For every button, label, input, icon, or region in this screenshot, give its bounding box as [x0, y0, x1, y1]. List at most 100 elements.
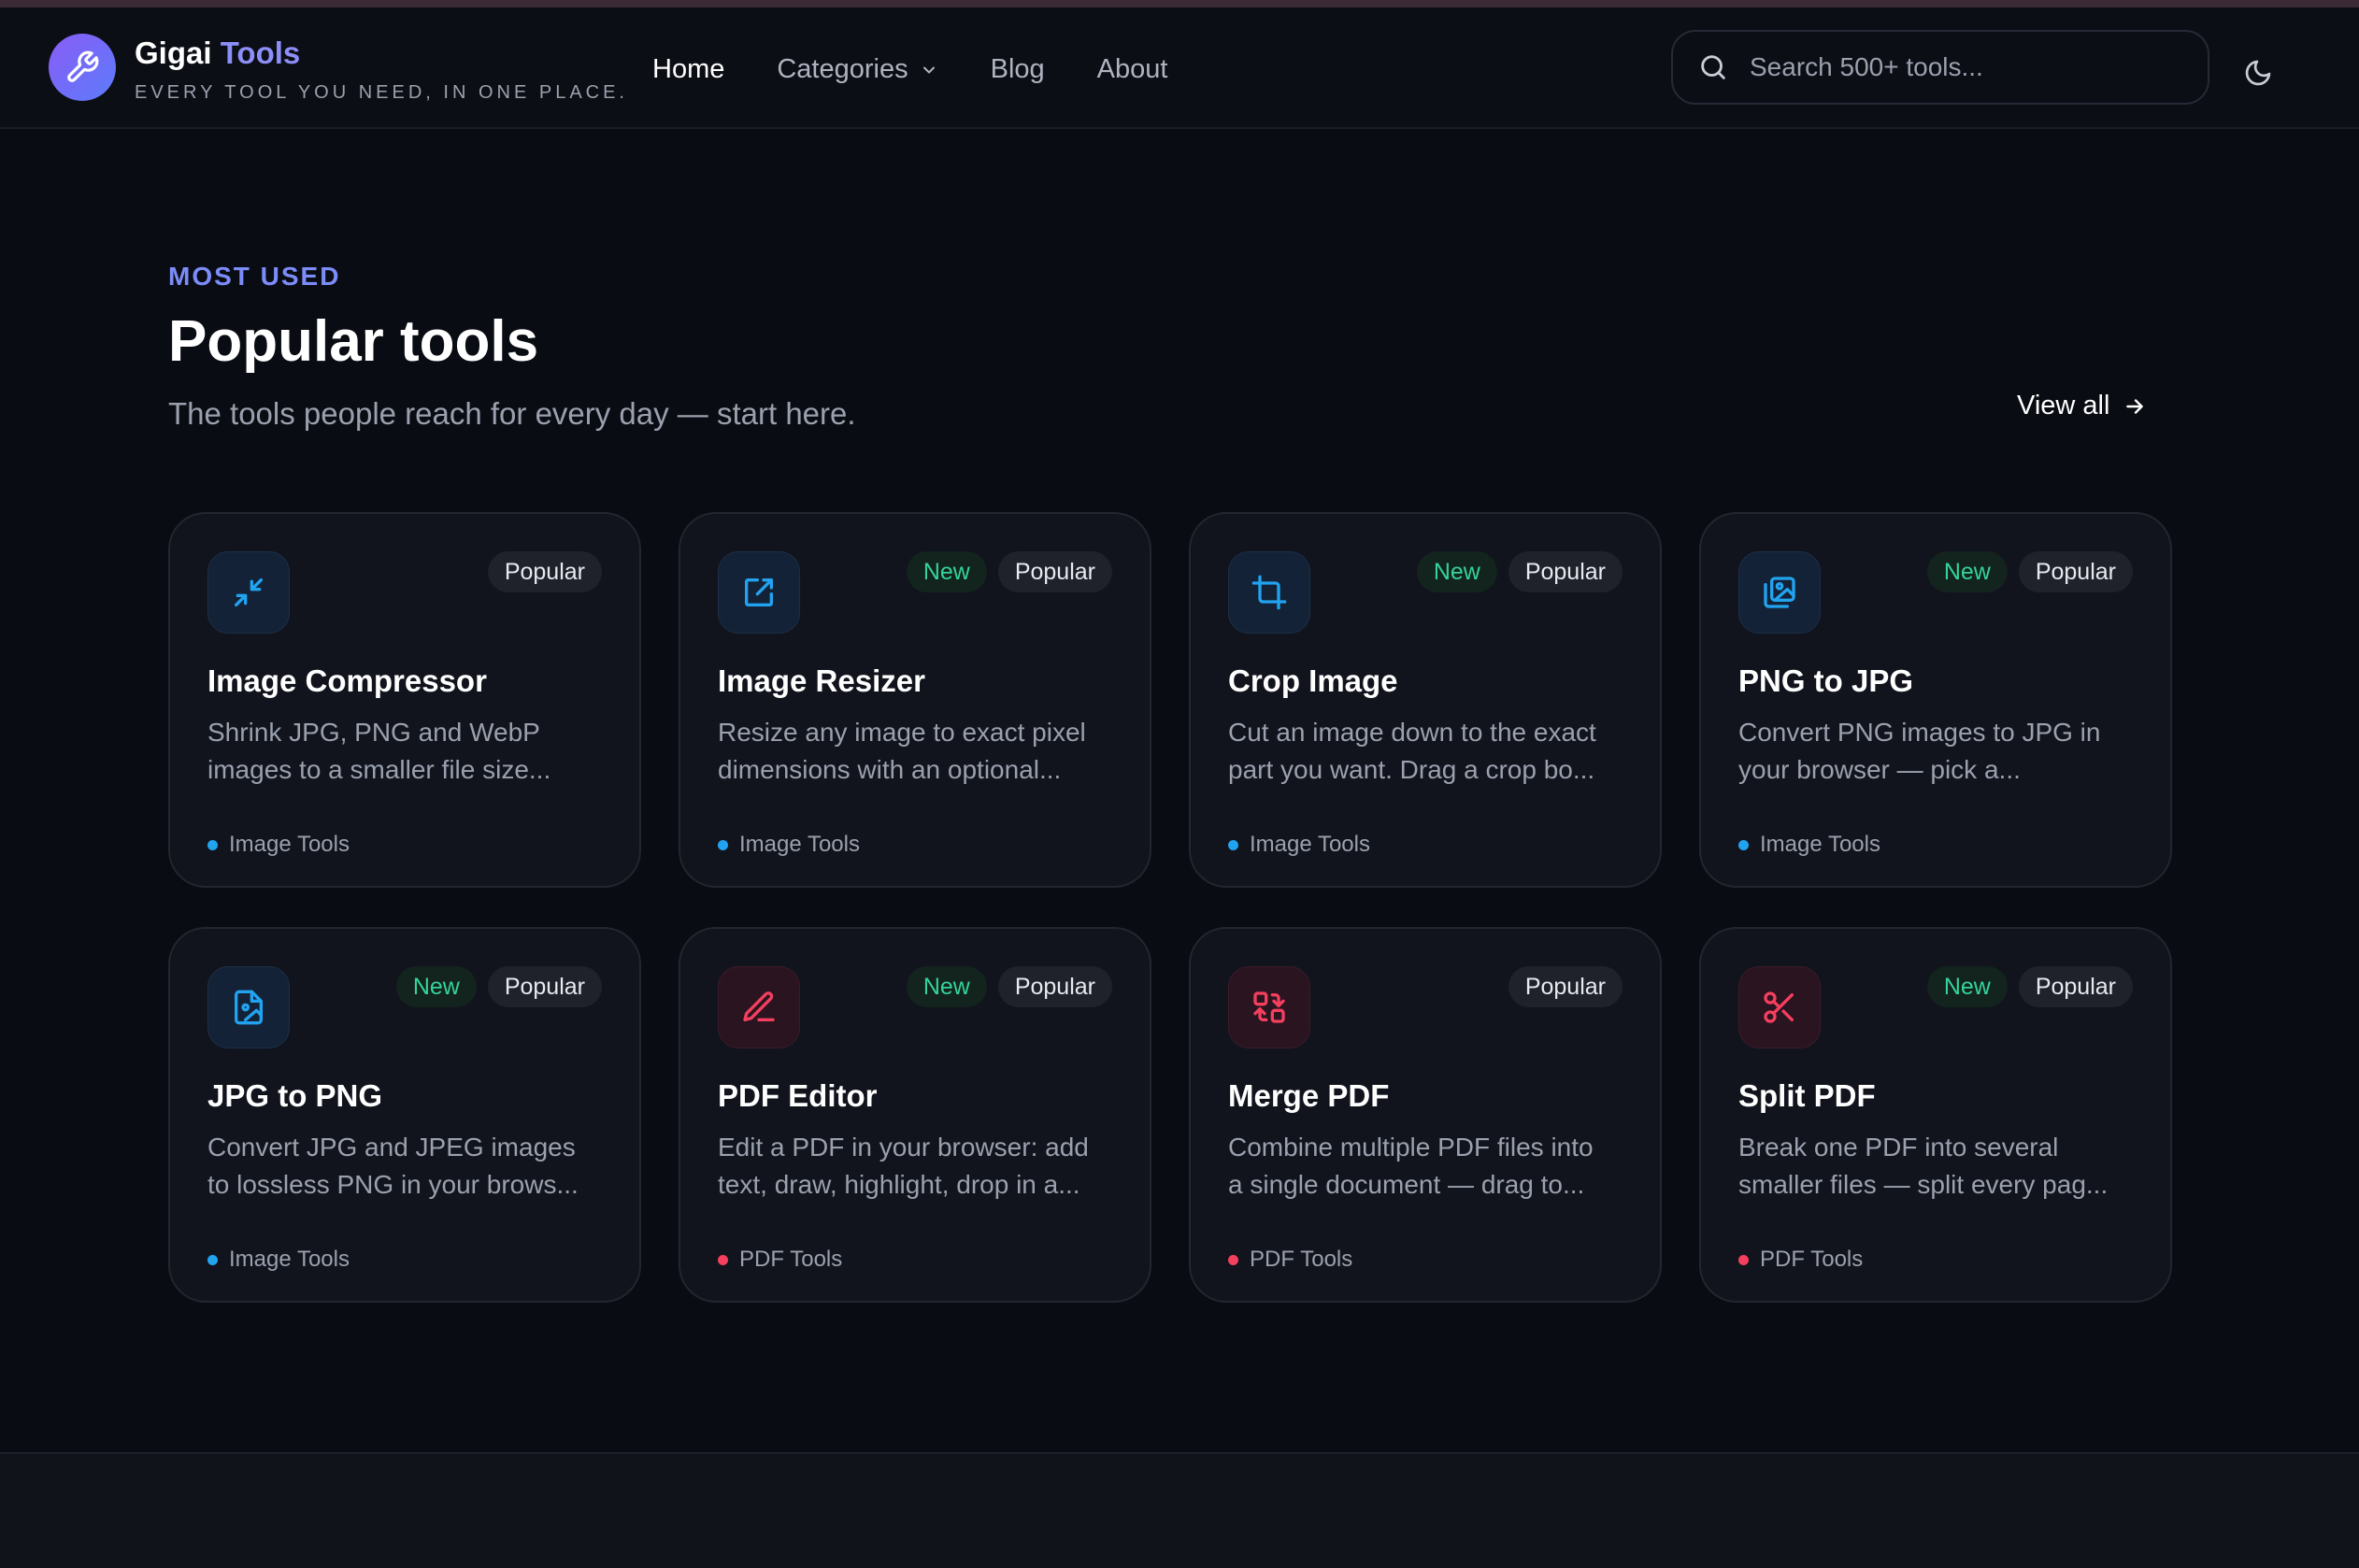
- site-header: Gigai Tools EVERY TOOL YOU NEED, IN ONE …: [0, 7, 2359, 129]
- category-label: Image Tools: [739, 832, 860, 857]
- tool-title: PNG to JPG: [1738, 663, 1914, 698]
- tool-card-split-pdf[interactable]: New Popular Split PDF Break one PDF into…: [1699, 927, 2172, 1303]
- tool-title: Image Resizer: [718, 663, 925, 698]
- tool-icon-container: [1738, 551, 1821, 634]
- tool-category: Image Tools: [1738, 832, 1880, 858]
- new-badge: New: [1416, 551, 1497, 592]
- popular-badge: Popular: [1508, 551, 1623, 592]
- brand-name-text: Gigai: [135, 36, 212, 70]
- search-box[interactable]: [1671, 30, 2209, 105]
- new-badge: New: [1926, 966, 2008, 1007]
- tool-card-jpg-to-png[interactable]: New Popular JPG to PNG Convert JPG and J…: [168, 927, 641, 1303]
- tool-icon-container: [718, 551, 800, 634]
- images-icon: [1764, 577, 1795, 608]
- pen-icon: [743, 991, 775, 1021]
- theme-toggle-button[interactable]: [2239, 54, 2277, 92]
- category-label: PDF Tools: [1250, 1247, 1353, 1272]
- brand-tagline: EVERY TOOL YOU NEED, IN ONE PLACE.: [135, 82, 628, 103]
- nav-blog[interactable]: Blog: [991, 54, 1045, 85]
- nav-about[interactable]: About: [1097, 54, 1168, 85]
- brand-name[interactable]: Gigai Tools: [135, 36, 300, 71]
- badge-group: New Popular: [1916, 551, 2133, 592]
- category-dot: [207, 1254, 218, 1265]
- badge-group: New Popular: [385, 966, 602, 1007]
- tool-description: Combine multiple PDF files into a single …: [1228, 1129, 1639, 1204]
- view-all-link[interactable]: View all: [2017, 391, 2147, 421]
- tool-description: Cut an image down to the exact part you w…: [1228, 714, 1639, 789]
- popular-badge: Popular: [997, 551, 1112, 592]
- tool-title: Merge PDF: [1228, 1078, 1390, 1113]
- arrow-right-icon: [2126, 398, 2144, 414]
- wrench-icon: [67, 50, 99, 82]
- tool-card-merge-pdf[interactable]: Popular Merge PDF Combine multiple PDF f…: [1189, 927, 1662, 1303]
- compress-arrows-icon: [235, 578, 263, 606]
- tool-category: PDF Tools: [718, 1247, 842, 1273]
- tool-description-line: Combine multiple PDF files into: [1228, 1133, 1594, 1162]
- moon-icon: [2245, 60, 2271, 86]
- badge-group: New Popular: [895, 551, 1112, 592]
- tool-description-line: Break one PDF into several: [1738, 1133, 2059, 1162]
- tool-description: Shrink JPG, PNG and WebP images to a smal…: [207, 714, 619, 789]
- tool-description-line: Shrink JPG, PNG and WebP: [207, 718, 540, 747]
- brand-accent-text: Tools: [220, 36, 301, 70]
- tool-card-image-resizer[interactable]: New Popular Image Resizer Resize any ima…: [679, 512, 1151, 888]
- tool-category: Image Tools: [207, 832, 350, 858]
- category-dot: [718, 839, 728, 850]
- tool-card-png-to-jpg[interactable]: New Popular PNG to JPG Convert PNG image…: [1699, 512, 2172, 888]
- new-badge: New: [1926, 551, 2008, 592]
- scissors-icon: [1764, 991, 1794, 1023]
- tool-title: Crop Image: [1228, 663, 1398, 698]
- logo[interactable]: [49, 34, 116, 101]
- popular-badge: Popular: [2018, 966, 2133, 1007]
- tool-card-crop-image[interactable]: New Popular Crop Image Cut an image down…: [1189, 512, 1662, 888]
- tool-description: Convert PNG images to JPG in your browser…: [1738, 714, 2150, 789]
- tool-description: Break one PDF into several smaller files …: [1738, 1129, 2150, 1204]
- tool-description-line: smaller files — split every pag...: [1738, 1170, 2109, 1199]
- section-eyebrow: MOST USED: [168, 262, 341, 291]
- nav-home[interactable]: Home: [652, 54, 724, 85]
- tool-description-line: your browser — pick a...: [1738, 755, 2021, 784]
- new-badge: New: [906, 551, 987, 592]
- tool-card-image-compressor[interactable]: Popular Image Compressor Shrink JPG, PNG…: [168, 512, 641, 888]
- badge-group: New Popular: [1406, 551, 1623, 592]
- search-icon: [1701, 55, 1725, 79]
- category-dot: [718, 1254, 728, 1265]
- tool-description: Edit a PDF in your browser: add text, dra…: [718, 1129, 1129, 1204]
- tool-card-pdf-editor[interactable]: New Popular PDF Editor Edit a PDF in you…: [679, 927, 1151, 1303]
- tool-title: Image Compressor: [207, 663, 487, 698]
- category-label: Image Tools: [1250, 832, 1370, 857]
- popular-badge: Popular: [997, 966, 1112, 1007]
- badge-group: Popular: [1497, 966, 1623, 1007]
- badge-group: New Popular: [895, 966, 1112, 1007]
- tool-description-line: Edit a PDF in your browser: add: [718, 1133, 1089, 1162]
- search-input[interactable]: [1750, 52, 2161, 82]
- popular-badge: Popular: [2018, 551, 2133, 592]
- tool-category: Image Tools: [718, 832, 860, 858]
- badge-group: Popular: [477, 551, 602, 592]
- new-badge: New: [395, 966, 477, 1007]
- resize-icon: [745, 578, 773, 606]
- category-label: Image Tools: [229, 832, 350, 857]
- merge-icon: [1253, 991, 1285, 1023]
- tool-description-line: a single document — drag to...: [1228, 1170, 1585, 1199]
- tool-description-line: dimensions with an optional...: [718, 755, 1062, 784]
- tool-icon-container: [1228, 551, 1310, 634]
- top-accent-strip: [0, 0, 2359, 7]
- tool-description-line: part you want. Drag a crop bo...: [1228, 755, 1595, 784]
- popular-badge: Popular: [487, 966, 602, 1007]
- tool-category: PDF Tools: [1228, 1247, 1352, 1273]
- crop-icon: [1251, 575, 1287, 610]
- category-dot: [1228, 839, 1238, 850]
- category-label: PDF Tools: [739, 1247, 843, 1272]
- category-dot: [1738, 839, 1749, 850]
- view-all-label: View all: [2017, 391, 2110, 421]
- tool-icon-container: [207, 966, 290, 1048]
- tool-category: Image Tools: [1228, 832, 1370, 858]
- category-label: Image Tools: [229, 1247, 350, 1272]
- tool-category: PDF Tools: [1738, 1247, 1863, 1273]
- new-badge: New: [906, 966, 987, 1007]
- tool-description: Convert JPG and JPEG images to lossless P…: [207, 1129, 619, 1204]
- tool-description-line: images to a smaller file size...: [207, 755, 551, 784]
- nav-categories[interactable]: Categories: [777, 54, 937, 85]
- popular-badge: Popular: [1508, 966, 1623, 1007]
